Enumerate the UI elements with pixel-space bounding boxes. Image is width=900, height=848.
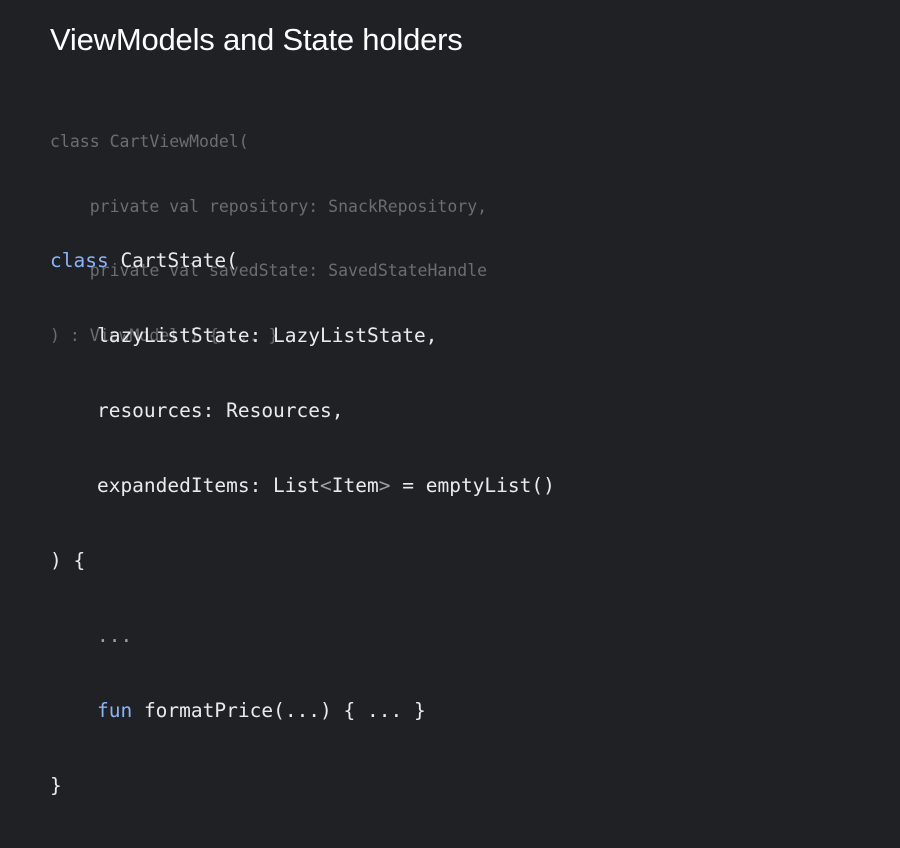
keyword-fun: fun (96, 699, 133, 722)
keyword-class: class (50, 132, 100, 151)
class-declaration: CartState( (108, 249, 238, 272)
code-line: } (50, 774, 62, 797)
slide: ViewModels and State holders class CartV… (0, 0, 900, 797)
default-value: = emptyList() (390, 474, 555, 497)
generic-open: < (320, 474, 332, 497)
code-line: resources: Resources, (50, 399, 344, 422)
class-declaration: CartViewModel( (99, 132, 249, 151)
cartstate-code-block: class CartState( lazyListState: LazyList… (50, 198, 555, 848)
code-line: lazyListState: LazyListState, (50, 324, 438, 347)
generic-type: Item (331, 474, 379, 497)
code-line: class CartViewModel( (50, 131, 487, 153)
slide-title: ViewModels and State holders (50, 22, 463, 57)
code-line: expandedItems: List<Item> = emptyList() (50, 473, 555, 498)
param-name: expandedItems: List (50, 474, 321, 497)
code-line: ) { (50, 549, 86, 572)
code-line: ... (50, 624, 133, 647)
function-declaration: formatPrice(...) { ... } (132, 699, 426, 722)
code-line: fun formatPrice(...) { ... } (50, 698, 555, 723)
code-line: class CartState( (50, 248, 555, 273)
generic-close: > (378, 474, 391, 497)
keyword-class: class (50, 249, 109, 272)
